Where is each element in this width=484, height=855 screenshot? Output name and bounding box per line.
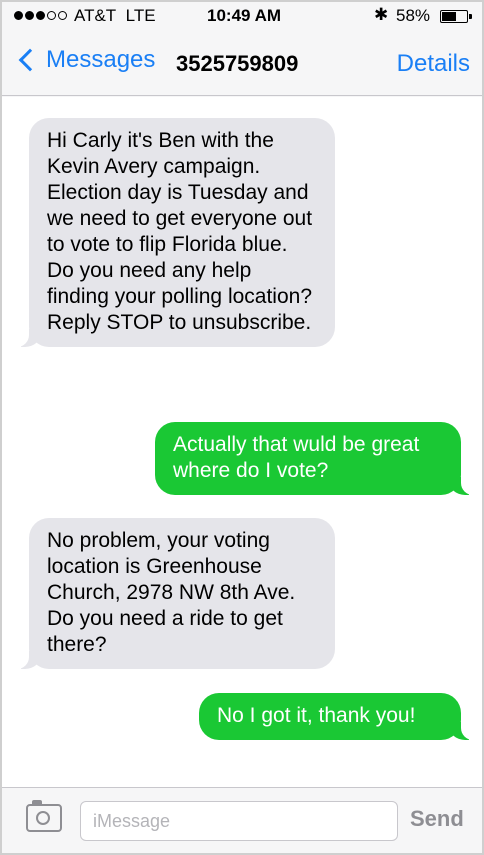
battery-level-fill — [442, 12, 456, 21]
details-button[interactable]: Details — [397, 50, 470, 78]
signal-dot — [36, 11, 45, 20]
message-text: Hi Carly it's Ben with the Kevin Avery c… — [47, 129, 313, 334]
carrier-label: AT&T LTE — [74, 6, 156, 26]
signal-dot — [58, 11, 67, 20]
battery-icon — [440, 10, 472, 23]
outgoing-message-bubble[interactable]: Actually that wuld be great where do I v… — [155, 422, 479, 495]
camera-icon[interactable] — [26, 800, 62, 832]
network-type: LTE — [125, 6, 156, 25]
camera-lens — [36, 811, 50, 825]
battery-percent: 58% — [396, 6, 431, 25]
camera-top — [32, 800, 42, 805]
battery-terminal — [469, 14, 472, 19]
outgoing-message-bubble[interactable]: No I got it, thank you! — [199, 693, 479, 740]
phone-frame: AT&T LTE 10:49 AM ✱ 58% Messages 3525759… — [0, 0, 484, 855]
signal-dot — [25, 11, 34, 20]
chevron-left-icon — [18, 48, 42, 72]
send-button[interactable]: Send — [410, 806, 464, 832]
message-text: No problem, your voting location is Gree… — [47, 529, 296, 656]
message-text: No I got it, thank you! — [217, 704, 416, 727]
imessage-input[interactable] — [80, 801, 398, 841]
contact-title: 3525759809 — [176, 51, 299, 76]
incoming-message-bubble[interactable]: No problem, your voting location is Gree… — [11, 518, 335, 669]
status-time: 10:49 AM — [207, 6, 282, 25]
signal-dot — [47, 11, 56, 20]
signal-strength-icon — [14, 11, 67, 20]
back-label: Messages — [46, 46, 156, 73]
message-thread[interactable]: Hi Carly it's Ben with the Kevin Avery c… — [2, 97, 482, 787]
message-text: Actually that wuld be great where do I v… — [173, 433, 420, 482]
compose-bar: Send — [2, 787, 482, 853]
signal-dot — [14, 11, 23, 20]
back-button[interactable]: Messages — [16, 46, 155, 74]
navigation-bar: Messages 3525759809 Details — [2, 32, 482, 96]
carrier-name: AT&T — [74, 6, 117, 25]
incoming-message-bubble[interactable]: Hi Carly it's Ben with the Kevin Avery c… — [11, 118, 335, 347]
bluetooth-icon: ✱ — [374, 5, 389, 24]
status-bar: AT&T LTE 10:49 AM ✱ 58% — [2, 2, 482, 32]
